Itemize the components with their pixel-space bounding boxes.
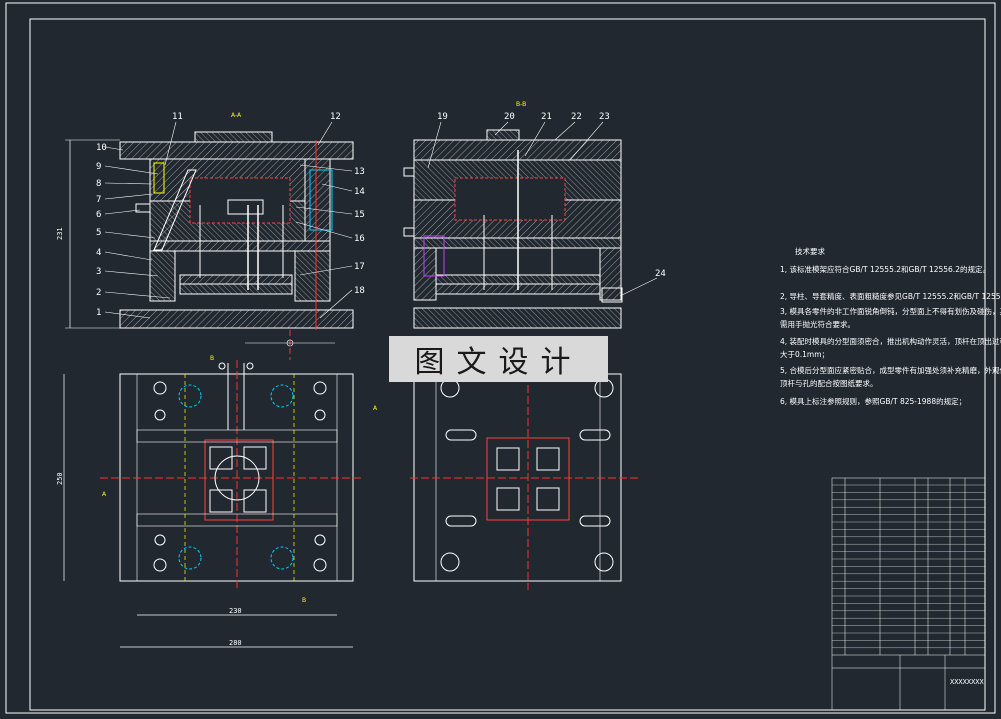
part-label-23: 23 [599,112,610,122]
plan-view-moving-half: 250 230 280 A A B B [56,355,378,648]
cut-marker-b-bottom: B [302,597,306,604]
note-6: 6, 模具上标注参照规则，参照GB/T 825-1988的规定； [780,396,966,406]
part-number-labels-right-a: 13 14 15 16 17 18 [354,167,365,296]
note-5: 5, 合模后分型面应紧密贴合，成型零件有加强处须补充精磨，外观保证光洁， [780,365,1001,375]
part-label-9: 9 [96,162,101,172]
note-4: 4, 装配时模具的分型面须密合，推出机构动作灵活，顶杆在顶出过程中不允许 [780,336,1001,346]
watermark-text: 图文设计 [414,345,583,380]
note-1: 1, 该标准模架应符合GB/T 12555.2和GB/T 12556.2的规定。 [780,264,990,274]
bill-of-materials [831,477,986,711]
note-3: 3, 模具各零件的非工作面锐角倒钝，分型面上不得有划伤及碰伤，其余配合处 [780,306,1001,316]
note-5b: 顶杆与孔的配合按图纸要求。 [780,378,878,388]
dimension-plan-width: 250 [56,472,64,485]
note-3b: 需用手抛光符合要求。 [780,319,855,329]
bom-rows [832,484,985,648]
dimension-height: 231 [56,227,64,240]
part-label-17: 17 [354,262,365,272]
part-label-12: 12 [330,112,341,122]
part-label-11: 11 [172,112,183,122]
part-label-8: 8 [96,179,101,189]
part-label-24: 24 [655,269,666,279]
note-4b: 大于0.1mm； [780,349,829,359]
part-label-7: 7 [96,195,101,205]
part-label-22: 22 [571,112,582,122]
technical-notes: 技术要求 1, 该标准模架应符合GB/T 12555.2和GB/T 12556.… [780,246,1001,406]
part-label-4: 4 [96,248,101,258]
part-label-10: 10 [96,143,107,153]
plan-view-fixed-half [410,373,640,590]
dimension-inner: 230 [229,607,242,615]
part-label-13: 13 [354,167,365,177]
part-label-20: 20 [504,112,515,122]
section-view-b: B-B [403,101,623,329]
dimension-outer: 280 [229,639,242,647]
part-label-5: 5 [96,228,101,238]
section-title-aa: A-A [231,112,242,119]
part-label-15: 15 [354,210,365,220]
watermark-banner: 图文设计 [389,336,608,382]
notes-title: 技术要求 [795,246,825,256]
part-label-2: 2 [96,288,101,298]
part-label-18: 18 [354,286,365,296]
cut-marker-a-left: A [102,491,107,498]
part-label-3: 3 [96,267,101,277]
part-label-6: 6 [96,210,101,220]
section-title-bb: B-B [516,101,526,108]
note-2: 2, 导柱、导套精度、表面粗糙度参见GB/T 12555.2和GB/T 1255… [780,291,1001,301]
part-label-1: 1 [96,308,101,318]
cut-marker-a-right: A [373,405,378,412]
drawing-number: XXXXXXXX [950,678,985,686]
cut-marker-b-top: B [210,355,214,362]
part-label-21: 21 [541,112,552,122]
part-label-16: 16 [354,234,365,244]
part-label-14: 14 [354,187,365,197]
part-label-19: 19 [437,112,448,122]
